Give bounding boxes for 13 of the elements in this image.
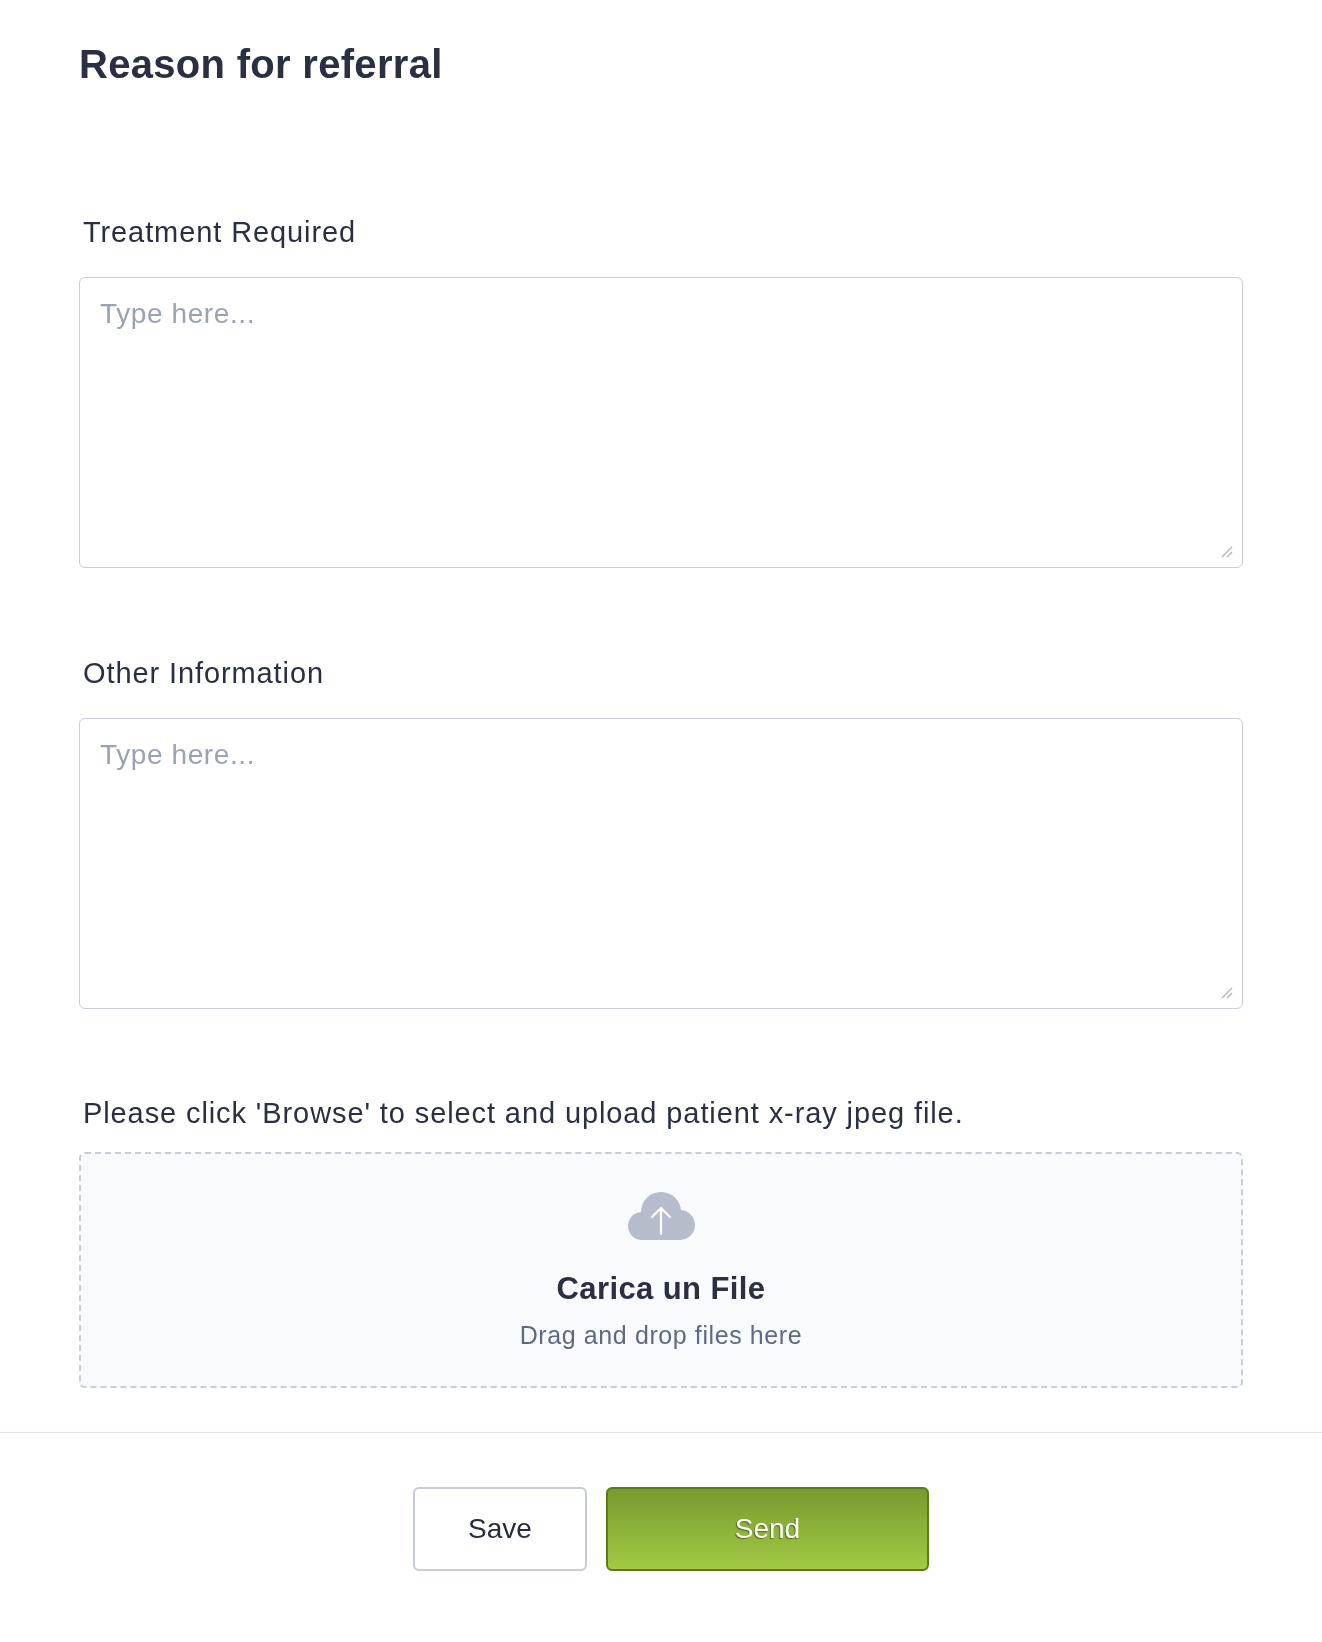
field-label: Other Information bbox=[82, 656, 324, 690]
resize-grip-icon[interactable] bbox=[1221, 546, 1233, 558]
page-title: Reason for referral bbox=[79, 41, 443, 88]
text-area[interactable]: Type here... bbox=[79, 718, 1243, 1009]
cloud-upload-icon bbox=[626, 1192, 696, 1240]
upload-hint: Drag and drop files here bbox=[519, 1320, 803, 1350]
upload-instructions: Please click 'Browse' to select and upload patient x-ray jpeg file. bbox=[82, 1096, 964, 1130]
resize-grip-icon[interactable] bbox=[1221, 987, 1233, 999]
field-label: Treatment Required bbox=[82, 215, 357, 249]
save-button[interactable]: Save bbox=[413, 1487, 587, 1571]
file-drop-zone[interactable]: Carica un File Drag and drop files here bbox=[79, 1152, 1243, 1388]
text-area[interactable]: Type here... bbox=[79, 277, 1243, 568]
upload-title: Carica un File bbox=[556, 1270, 766, 1308]
